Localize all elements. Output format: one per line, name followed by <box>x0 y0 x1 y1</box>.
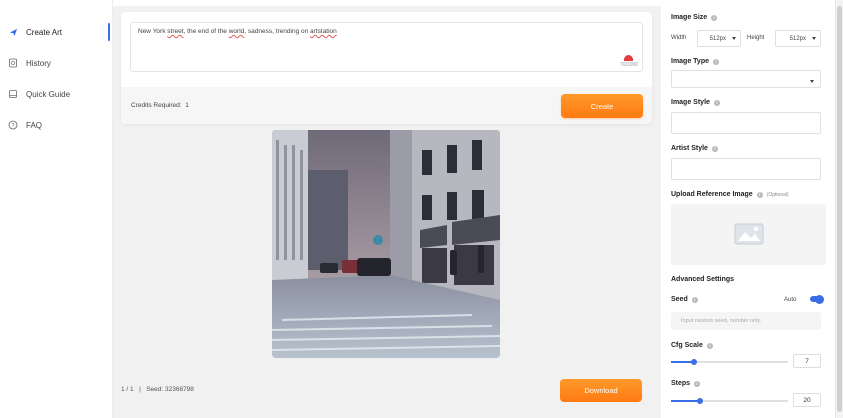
question-icon: ? <box>8 120 18 130</box>
sidebar-item-label: Quick Guide <box>26 89 71 99</box>
info-icon: i <box>756 191 763 198</box>
chevron-down-icon <box>732 37 736 40</box>
settings-panel: Image Size i Width 512px Height 512px Im… <box>661 0 843 418</box>
upload-label: Upload Reference Image i (Optional) <box>671 191 789 198</box>
image-placeholder-icon <box>734 223 764 247</box>
sidebar-item-faq[interactable]: ? FAQ <box>8 115 112 135</box>
cfg-scale-slider[interactable] <box>671 358 788 365</box>
prompt-card: New York street, the end of the world, s… <box>121 12 652 124</box>
sidebar-item-label: Create Art <box>26 27 63 37</box>
height-select[interactable]: 512px <box>775 30 821 47</box>
info-icon: i <box>694 380 701 387</box>
book-icon <box>8 89 18 99</box>
image-type-label: Image Type i <box>671 58 719 65</box>
info-icon: i <box>713 58 719 65</box>
sidebar-item-quick-guide[interactable]: Quick Guide <box>8 84 112 104</box>
steps-label: Steps i <box>671 380 701 387</box>
height-label: Height <box>747 35 765 41</box>
info-icon: i <box>711 145 718 152</box>
info-icon: i <box>706 342 713 349</box>
scrollbar-thumb[interactable] <box>837 6 842 412</box>
width-label: Width <box>671 35 687 41</box>
main-area: New York street, the end of the world, s… <box>113 6 661 418</box>
chevron-down-icon <box>812 37 816 40</box>
image-style-label: Image Style i <box>671 99 720 106</box>
counter-gauge-icon <box>624 54 634 61</box>
download-button[interactable]: Download <box>560 379 642 402</box>
sidebar-item-label: History <box>26 58 51 68</box>
sidebar: Create Art History Quick Guide ? FAQ <box>0 0 113 418</box>
credits-bar: Credits Required: 1 Create <box>121 87 652 124</box>
result-info: 1 / 1 | Seed: 32368798 <box>121 386 194 393</box>
steps-fill <box>671 400 700 402</box>
width-select[interactable]: 512px <box>697 30 741 47</box>
cfg-scale-value[interactable]: 7 <box>793 354 821 368</box>
sidebar-item-label: FAQ <box>26 120 43 130</box>
chevron-down-icon <box>810 80 814 83</box>
cfg-scale-handle[interactable] <box>691 358 697 365</box>
info-icon: i <box>691 296 698 303</box>
sidebar-item-create-art[interactable]: Create Art <box>8 22 112 42</box>
prompt-input[interactable]: New York street, the end of the world, s… <box>130 22 643 72</box>
upload-reference-image[interactable] <box>671 204 826 265</box>
sidebar-item-history[interactable]: History <box>8 53 112 73</box>
seed-auto-toggle[interactable] <box>810 294 824 304</box>
steps-slider[interactable] <box>671 397 788 404</box>
auto-label: Auto <box>784 297 797 303</box>
character-counter: 70/1000 <box>620 54 638 69</box>
credits-required: Credits Required: 1 <box>131 102 189 109</box>
image-size-label: Image Size i <box>671 14 718 21</box>
cfg-scale-label: Cfg Scale i <box>671 342 713 349</box>
info-icon: i <box>713 99 720 106</box>
image-type-select[interactable] <box>671 70 821 88</box>
steps-value[interactable]: 20 <box>793 393 821 407</box>
info-icon: i <box>711 14 718 21</box>
panel-scrollbar[interactable] <box>835 0 843 418</box>
generated-image[interactable] <box>272 130 500 358</box>
send-icon <box>8 27 18 37</box>
svg-text:?: ? <box>11 123 14 129</box>
artist-style-label: Artist Style i <box>671 145 718 152</box>
artist-style-input[interactable] <box>671 158 821 180</box>
advanced-settings-label: Advanced Settings <box>671 276 735 283</box>
seed-input[interactable]: Input random seed, number only. <box>671 312 821 330</box>
seed-label: Seed i <box>671 296 698 303</box>
image-style-input[interactable] <box>671 112 821 134</box>
history-icon <box>8 58 18 68</box>
steps-handle[interactable] <box>697 397 703 404</box>
create-button[interactable]: Create <box>561 94 643 118</box>
